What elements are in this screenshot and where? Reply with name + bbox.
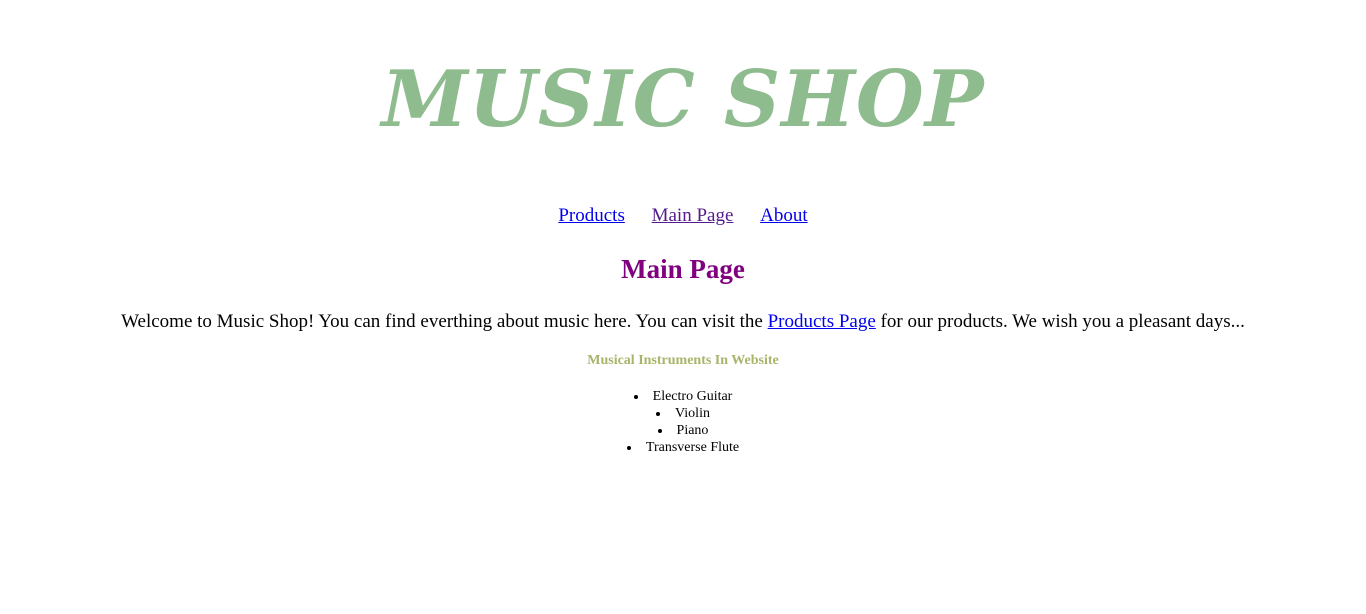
list-item: Electro Guitar <box>0 388 1366 405</box>
instruments-list: Electro Guitar Violin Piano Transverse F… <box>0 388 1366 456</box>
list-item: Violin <box>0 405 1366 422</box>
list-item: Piano <box>0 422 1366 439</box>
welcome-text-end: for our products. We wish you a pleasant… <box>875 311 1245 332</box>
site-logo: MUSIC SHOP <box>381 54 985 145</box>
nav-link-products[interactable]: Products <box>558 205 625 226</box>
instruments-heading: Musical Instruments In Website <box>587 353 779 368</box>
nav-link-main-page[interactable]: Main Page <box>652 205 734 226</box>
welcome-paragraph: Welcome to Music Shop! You can find ever… <box>0 310 1366 334</box>
instrument-name: Piano <box>676 423 709 438</box>
list-item: Transverse Flute <box>0 439 1366 456</box>
instrument-name: Violin <box>675 406 710 421</box>
main-nav: Products Main Page About <box>0 204 1366 228</box>
instrument-name: Electro Guitar <box>652 389 733 404</box>
instrument-name: Transverse Flute <box>645 440 740 455</box>
products-page-link[interactable]: Products Page <box>768 311 876 332</box>
nav-link-about[interactable]: About <box>760 205 808 226</box>
page-title: Main Page <box>621 254 745 284</box>
welcome-text-start: Welcome to Music Shop! You can find ever… <box>121 311 768 332</box>
